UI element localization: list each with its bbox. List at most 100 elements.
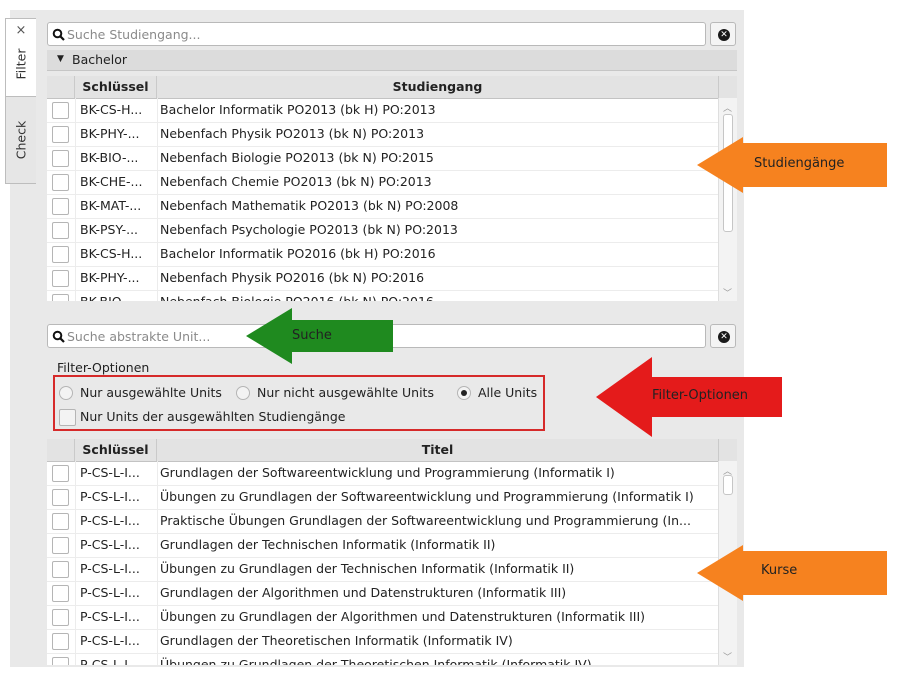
table-row[interactable]: P-CS-L-I... Grundlagen der Theoretischen … — [47, 629, 719, 654]
header-key[interactable]: Schlüssel — [75, 439, 157, 461]
tab-filter[interactable]: × Filter — [5, 18, 36, 98]
scroll-down-icon[interactable]: ﹀ — [723, 650, 732, 663]
row-checkbox[interactable] — [52, 294, 69, 301]
row-checkbox[interactable] — [52, 513, 69, 530]
scroll-up-icon[interactable]: ︿ — [723, 101, 732, 114]
unit-search-clear-button[interactable]: ✕ — [710, 324, 736, 348]
table-row[interactable]: P-CS-L-I... Grundlagen der Softwareentwic… — [47, 461, 719, 486]
program-search-input[interactable]: Suche Studiengang... — [47, 22, 706, 46]
row-title: Übungen zu Grundlagen der Technischen In… — [160, 561, 575, 576]
row-key: P-CS-L-I... — [80, 513, 140, 528]
unit-search-placeholder: Suche abstrakte Unit... — [67, 329, 211, 344]
row-title: Übungen zu Grundlagen der Algorithmen un… — [160, 609, 646, 624]
radio-only-selected-label[interactable]: Nur ausgewählte Units — [80, 385, 222, 400]
row-key: P-CS-L-I... — [80, 537, 140, 552]
row-key: BK-PHY-... — [80, 126, 140, 141]
row-title: Übungen zu Grundlagen der Theoretischen … — [160, 657, 592, 665]
radio-only-unselected-label[interactable]: Nur nicht ausgewählte Units — [257, 385, 434, 400]
row-checkbox[interactable] — [52, 174, 69, 191]
row-checkbox[interactable] — [52, 150, 69, 167]
row-checkbox[interactable] — [52, 609, 69, 626]
row-checkbox[interactable] — [52, 561, 69, 578]
row-checkbox[interactable] — [52, 102, 69, 119]
close-icon[interactable]: × — [6, 23, 36, 38]
row-key: BK-BIO-... — [80, 294, 138, 301]
table-row[interactable]: P-CS-L-I... Übungen zu Grundlagen der Sof… — [47, 485, 719, 510]
row-key: BK-CS-H... — [80, 102, 143, 117]
group-label: Bachelor — [72, 52, 127, 67]
table-row[interactable]: BK-CS-H... Bachelor Informatik PO2013 (bk… — [47, 98, 719, 123]
header-key[interactable]: Schlüssel — [75, 76, 157, 98]
row-checkbox[interactable] — [52, 585, 69, 602]
header-title[interactable]: Titel — [157, 439, 719, 461]
row-title: Nebenfach Chemie PO2013 (bk N) PO:2013 — [160, 174, 432, 189]
row-key: P-CS-L-I... — [80, 489, 140, 504]
checkbox-selected-programs[interactable] — [59, 409, 76, 426]
tab-check-label: Check — [13, 120, 29, 160]
header-checkbox-column — [47, 439, 75, 461]
radio-all-units[interactable] — [457, 386, 471, 400]
row-title: Nebenfach Physik PO2016 (bk N) PO:2016 — [160, 270, 425, 285]
row-checkbox[interactable] — [52, 198, 69, 215]
group-header-bachelor[interactable]: ▼ Bachelor — [47, 50, 737, 71]
radio-only-selected[interactable] — [59, 386, 73, 400]
table-row[interactable]: P-CS-L-I... Übungen zu Grundlagen der The… — [47, 653, 719, 665]
row-checkbox[interactable] — [52, 657, 69, 665]
row-title: Grundlagen der Softwareentwicklung und P… — [160, 465, 615, 480]
table-row[interactable]: P-CS-L-I... Grundlagen der Algorithmen un… — [47, 581, 719, 606]
radio-only-unselected[interactable] — [236, 386, 250, 400]
row-checkbox[interactable] — [52, 222, 69, 239]
row-key: P-CS-L-I... — [80, 585, 140, 600]
table-row[interactable]: BK-CS-H... Bachelor Informatik PO2016 (bk… — [47, 242, 719, 267]
row-checkbox[interactable] — [52, 633, 69, 650]
tab-filter-label: Filter — [13, 48, 29, 80]
row-title: Nebenfach Psychologie PO2013 (bk N) PO:2… — [160, 222, 458, 237]
scrollbar-thumb[interactable] — [723, 475, 733, 495]
search-icon — [52, 28, 65, 41]
tab-check[interactable]: Check — [5, 96, 36, 184]
table-row[interactable]: P-CS-L-I... Übungen zu Grundlagen der Alg… — [47, 605, 719, 630]
row-checkbox[interactable] — [52, 465, 69, 482]
row-title: Übungen zu Grundlagen der Softwareentwic… — [160, 489, 694, 504]
table-row[interactable]: P-CS-L-I... Übungen zu Grundlagen der Tec… — [47, 557, 719, 582]
table-row[interactable]: BK-MAT-... Nebenfach Mathematik PO2013 (b… — [47, 194, 719, 219]
row-checkbox[interactable] — [52, 537, 69, 554]
table-row[interactable]: P-CS-L-I... Grundlagen der Technischen In… — [47, 533, 719, 558]
row-key: P-CS-L-I... — [80, 609, 140, 624]
table-row[interactable]: BK-BIO-... Nebenfach Biologie PO2013 (bk … — [47, 146, 719, 171]
callout-kurse: Kurse — [697, 545, 887, 601]
callout-filter-optionen-label: Filter-Optionen — [652, 388, 749, 403]
header-program[interactable]: Studiengang — [157, 76, 719, 98]
row-title: Nebenfach Physik PO2013 (bk N) PO:2013 — [160, 126, 425, 141]
table-row[interactable]: P-CS-L-I... Praktische Übungen Grundlagen… — [47, 509, 719, 534]
row-checkbox[interactable] — [52, 246, 69, 263]
row-title: Nebenfach Biologie PO2016 (bk N) PO:2016 — [160, 294, 434, 301]
callout-studiengaenge-label: Studiengänge — [754, 156, 845, 171]
program-table-scrollbar[interactable]: ︿ ﹀ — [718, 98, 737, 301]
row-title: Nebenfach Mathematik PO2013 (bk N) PO:20… — [160, 198, 459, 213]
program-search-placeholder: Suche Studiengang... — [67, 27, 201, 42]
table-row[interactable]: BK-CHE-... Nebenfach Chemie PO2013 (bk N)… — [47, 170, 719, 195]
table-row[interactable]: BK-PSY-... Nebenfach Psychologie PO2013 (… — [47, 218, 719, 243]
row-key: BK-BIO-... — [80, 150, 139, 165]
collapse-triangle-icon[interactable]: ▼ — [57, 54, 64, 64]
table-row[interactable]: BK-PHY-... Nebenfach Physik PO2013 (bk N)… — [47, 122, 719, 147]
row-title: Praktische Übungen Grundlagen der Softwa… — [160, 513, 691, 528]
row-title: Grundlagen der Theoretischen Informatik … — [160, 633, 513, 648]
table-row[interactable]: BK-PHY-... Nebenfach Physik PO2016 (bk N)… — [47, 266, 719, 291]
table-row[interactable]: BK-BIO-... Nebenfach Biologie PO2016 (bk … — [47, 290, 719, 301]
row-key: BK-MAT-... — [80, 198, 142, 213]
filter-options-title: Filter-Optionen — [57, 360, 150, 375]
clear-icon: ✕ — [718, 29, 730, 41]
row-checkbox[interactable] — [52, 270, 69, 287]
callout-suche-label: Suche — [292, 328, 332, 343]
program-search-clear-button[interactable]: ✕ — [710, 22, 736, 46]
row-checkbox[interactable] — [52, 489, 69, 506]
row-checkbox[interactable] — [52, 126, 69, 143]
radio-all-units-label[interactable]: Alle Units — [478, 385, 537, 400]
program-table: Schlüssel Studiengang BK-CS-H... Bachelor… — [47, 76, 737, 301]
checkbox-selected-programs-label[interactable]: Nur Units der ausgewählten Studiengänge — [80, 409, 345, 424]
scroll-down-icon[interactable]: ﹀ — [723, 286, 732, 299]
search-icon — [52, 330, 65, 343]
row-key: P-CS-L-I... — [80, 633, 140, 648]
